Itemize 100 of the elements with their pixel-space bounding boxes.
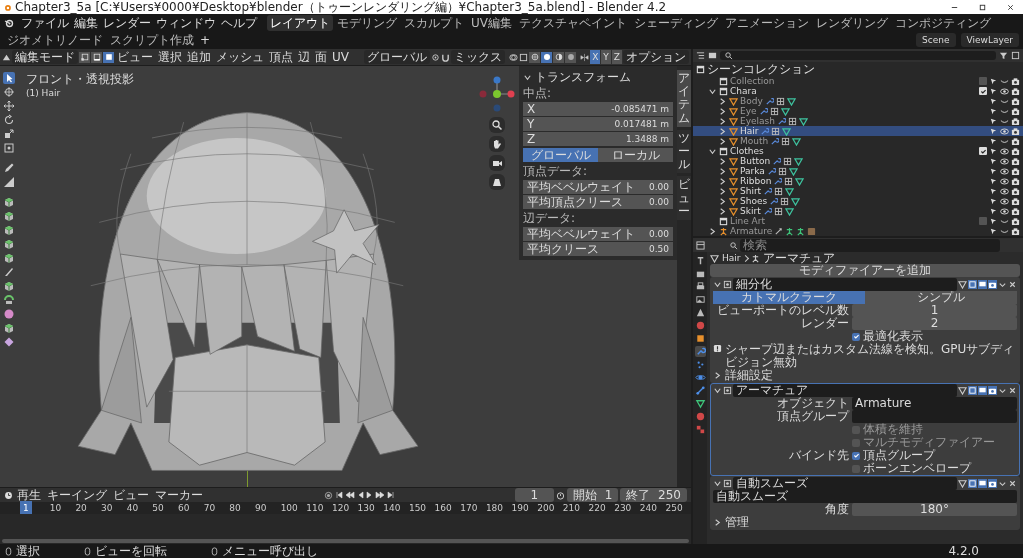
sidebar-tab[interactable]: アイテム	[677, 70, 691, 127]
display-mode-icon[interactable]	[708, 51, 717, 60]
cube-icon[interactable]	[3, 280, 15, 292]
vertex-triangle-icon[interactable]	[958, 479, 967, 488]
cube-icon[interactable]	[3, 224, 15, 236]
mirror-axis-toggle[interactable]: X	[590, 50, 601, 64]
mode-dropdown[interactable]: 編集モード	[12, 50, 78, 64]
coordinate-field[interactable]: X -0.085471 m	[523, 102, 673, 116]
options-dropdown[interactable]: オプション	[623, 50, 689, 64]
value-field[interactable]: 平均ベベルウェイト 0.00	[523, 227, 673, 241]
checkbox[interactable]	[979, 87, 987, 95]
menu-item[interactable]: 辺	[296, 50, 312, 64]
search-field[interactable]	[720, 51, 996, 60]
eye-icon[interactable]	[1000, 156, 1009, 166]
dropdown-caret-icon[interactable]	[998, 479, 1007, 488]
cube-icon[interactable]	[3, 252, 15, 264]
search-field[interactable]: 検索	[740, 238, 1000, 252]
proportional-falloff-dropdown[interactable]: ミックス	[451, 50, 506, 64]
dropdown-caret-icon[interactable]	[998, 280, 1007, 289]
wireframe-shading-button[interactable]	[529, 51, 541, 63]
modifier-name-field[interactable]: アーマチュア	[733, 384, 957, 397]
vertex-group-field[interactable]	[852, 410, 1017, 423]
frame-icon[interactable]	[3, 142, 15, 154]
space-toggle[interactable]: ローカル	[598, 148, 673, 162]
eye-icon[interactable]	[1000, 126, 1009, 136]
navigation-gizmo[interactable]	[477, 74, 517, 114]
eye-icon[interactable]	[1000, 206, 1009, 216]
modifier-name-field[interactable]: 細分化	[733, 278, 957, 291]
workspace-tab[interactable]: レンダリング	[813, 15, 891, 31]
solid-shading-button[interactable]	[541, 51, 553, 63]
current-frame-field[interactable]: 1	[514, 488, 555, 502]
monitor-icon[interactable]	[978, 280, 987, 289]
menu-item[interactable]: UV	[330, 50, 351, 64]
stopwatch-icon[interactable]	[556, 490, 566, 500]
angle-field[interactable]: 180°	[852, 503, 1017, 516]
app-logo-icon[interactable]	[4, 18, 14, 28]
square-icon[interactable]	[694, 333, 706, 344]
edit-mode-icon[interactable]	[968, 479, 977, 488]
subpanel-header[interactable]: 管理	[725, 516, 749, 529]
node-group-field[interactable]: 自動スムーズ	[713, 490, 1017, 503]
edit-mode-icon[interactable]	[968, 386, 977, 395]
workspace-tab[interactable]: シェーディング	[631, 15, 721, 31]
pencil-icon[interactable]	[3, 162, 15, 174]
scene-field[interactable]: Scene	[916, 33, 956, 47]
workspace-tab[interactable]: コンポジティング	[892, 15, 994, 31]
vertex-triangle-icon[interactable]	[958, 386, 967, 395]
editor-type-icon[interactable]	[696, 240, 705, 250]
clock-icon[interactable]	[4, 490, 13, 500]
menu-item[interactable]: ビュー	[115, 50, 155, 64]
checkbox[interactable]	[852, 451, 860, 460]
eye-icon[interactable]	[1000, 86, 1009, 96]
end-frame-field[interactable]: 終了 250	[620, 488, 687, 502]
menu-item[interactable]: ファイル	[19, 16, 71, 30]
menu-item[interactable]: ウィンドウ	[154, 16, 218, 30]
checkbox[interactable]	[979, 217, 987, 225]
coordinate-field[interactable]: Z 1.3488 m	[523, 132, 673, 146]
eye-icon[interactable]	[1000, 196, 1009, 206]
eye-icon[interactable]	[1000, 146, 1009, 156]
menu-item[interactable]: 選択	[156, 50, 184, 64]
monitor-icon[interactable]	[978, 386, 987, 395]
editor-type-icon[interactable]	[696, 51, 705, 60]
xray-icon[interactable]	[519, 52, 529, 62]
close-icon[interactable]	[1008, 280, 1017, 289]
menu-item[interactable]: キーイング	[45, 488, 109, 502]
workspace-tab[interactable]: スカルプト	[401, 15, 467, 31]
magnet-icon[interactable]	[441, 52, 451, 62]
zoom-icon[interactable]	[489, 117, 505, 133]
value-field[interactable]: 平均クリース 0.50	[523, 242, 673, 256]
modifier-name-field[interactable]: 自動スムーズ	[733, 477, 957, 490]
cube-icon[interactable]	[3, 322, 15, 334]
spin-icon[interactable]	[3, 294, 15, 306]
object-field[interactable]: Armature	[852, 397, 1017, 410]
orientation-dropdown[interactable]: グローバル	[364, 50, 431, 64]
add-workspace-button[interactable]: +	[198, 33, 213, 47]
cube-icon[interactable]	[3, 238, 15, 250]
mirror-axis-toggle[interactable]: Y	[601, 50, 611, 64]
playback-controls-drawing[interactable]	[335, 490, 396, 500]
dropdown-caret-icon[interactable]	[998, 386, 1007, 395]
timeline-track[interactable]	[0, 514, 691, 544]
sidebar-tab[interactable]: ツール	[677, 129, 691, 174]
vertex-triangle-icon[interactable]	[958, 280, 967, 289]
globe-icon[interactable]	[694, 320, 706, 331]
triangle-icon[interactable]	[694, 398, 706, 409]
arrow-cursor-icon[interactable]	[3, 72, 15, 84]
menu-item[interactable]: 再生	[15, 488, 43, 502]
menu-item[interactable]: ヘルプ	[219, 16, 259, 30]
move-arrows-icon[interactable]	[3, 100, 15, 112]
cone-icon[interactable]	[694, 307, 706, 318]
start-frame-field[interactable]: 開始 1	[567, 488, 619, 502]
pivot-icon[interactable]	[431, 52, 441, 62]
workspace-tab[interactable]: スクリプト作成	[107, 32, 197, 48]
edit-mode-icon[interactable]	[968, 280, 977, 289]
image-icon[interactable]	[694, 294, 706, 305]
checkbox[interactable]	[979, 77, 987, 85]
rotate-icon[interactable]	[3, 114, 15, 126]
menu-item[interactable]: ビュー	[111, 488, 151, 502]
link-icon[interactable]	[694, 385, 706, 396]
workspace-tab[interactable]: テクスチャペイント	[516, 15, 630, 31]
panel-title[interactable]: トランスフォーム	[535, 70, 631, 84]
hand-icon[interactable]	[489, 136, 505, 152]
